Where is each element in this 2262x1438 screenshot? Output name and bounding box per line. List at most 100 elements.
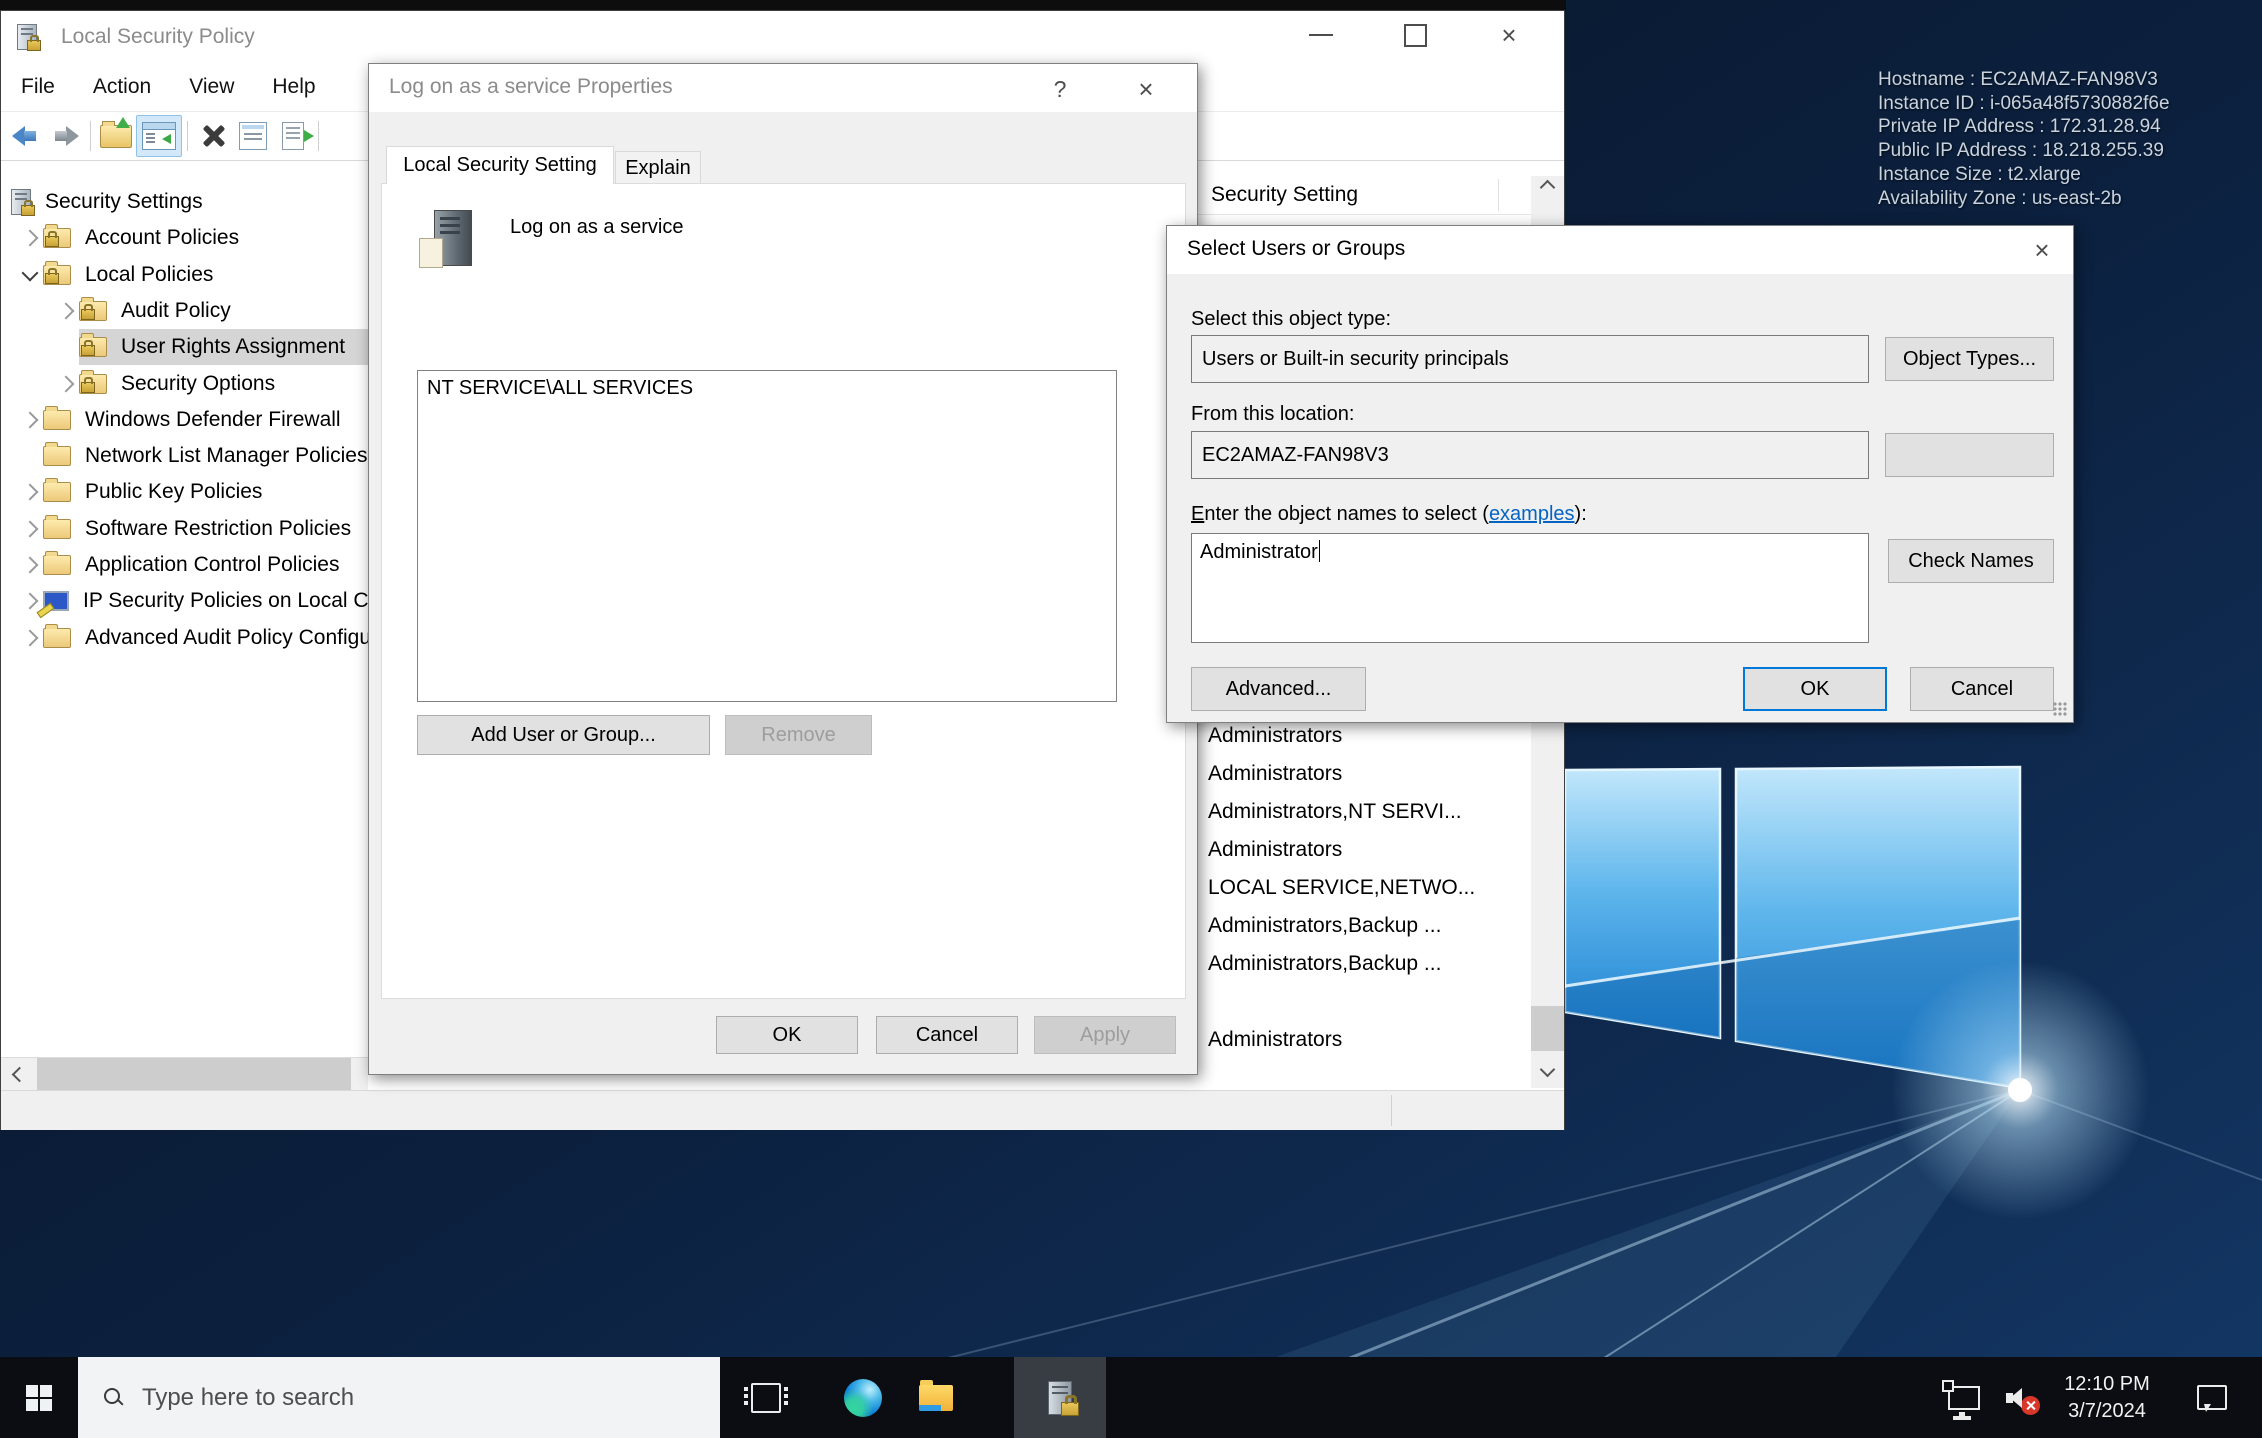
tree-item-software-restriction-policies[interactable]: Software Restriction Policies [1, 511, 368, 547]
export-list-button[interactable] [273, 118, 313, 154]
ec2-public-ip: Public IP Address : 18.218.255.39 [1878, 139, 2170, 163]
expander[interactable] [17, 486, 43, 498]
tree-item-application-control-policies[interactable]: Application Control Policies [1, 547, 368, 583]
forward-button[interactable] [45, 118, 85, 154]
scroll-thumb[interactable] [1531, 1006, 1564, 1051]
add-user-or-group-button[interactable]: Add User or Group... [417, 715, 710, 755]
folder-icon [43, 555, 71, 575]
taskbar-search-box[interactable]: Type here to search [78, 1357, 720, 1438]
list-row[interactable]: LOCAL SERVICE,NETWO... [1208, 869, 1524, 907]
list-row[interactable]: Administrators,Backup ... [1208, 945, 1524, 983]
network-tray-button[interactable] [1938, 1357, 1990, 1438]
props-close-button[interactable]: × [1121, 68, 1171, 110]
folder-icon [43, 482, 71, 502]
tree-item-audit-policy[interactable]: Audit Policy [1, 293, 368, 329]
delete-button[interactable] [193, 118, 233, 154]
expander[interactable] [53, 378, 79, 390]
list-row[interactable] [1208, 983, 1524, 1021]
list-cell: Administrators,NT SERVI... [1208, 800, 1462, 824]
object-type-field[interactable]: Users or Built-in security principals [1191, 335, 1869, 383]
expander[interactable] [17, 632, 43, 644]
maximize-button[interactable] [1390, 14, 1440, 56]
clock-tray-button[interactable]: 12:10 PM 3/7/2024 [2048, 1357, 2166, 1438]
button-label: OK [1801, 678, 1830, 701]
menu-action[interactable]: Action [89, 69, 155, 105]
tree-item-security-settings[interactable]: Security Settings [1, 184, 368, 220]
members-listbox[interactable]: NT SERVICE\ALL SERVICES [417, 370, 1117, 702]
menu-file[interactable]: File [17, 69, 59, 105]
toolbar-separator [318, 121, 319, 151]
check-names-button[interactable]: Check Names [1888, 539, 2054, 583]
tree-item-label: User Rights Assignment [121, 335, 345, 359]
list-row[interactable]: Administrators,Backup ... [1208, 907, 1524, 945]
tab-local-security-setting[interactable]: Local Security Setting [386, 146, 614, 184]
remove-button[interactable]: Remove [725, 715, 872, 755]
props-cancel-button[interactable]: Cancel [876, 1016, 1018, 1054]
menu-help[interactable]: Help [268, 69, 319, 105]
back-button[interactable] [5, 118, 45, 154]
list-row[interactable]: Administrators,NT SERVI... [1208, 793, 1524, 831]
tree-item-ip-security-policies[interactable]: IP Security Policies on Local Computer [1, 583, 368, 619]
tree-item-user-rights-assignment[interactable]: User Rights Assignment [1, 329, 368, 365]
sel-cancel-button[interactable]: Cancel [1910, 667, 2054, 711]
scroll-up-button[interactable] [1531, 176, 1564, 212]
props-ok-button[interactable]: OK [716, 1016, 858, 1054]
advanced-button[interactable]: Advanced... [1191, 667, 1366, 711]
tree-item-label: Public Key Policies [85, 480, 262, 504]
sel-ok-button[interactable]: OK [1743, 667, 1887, 711]
expander[interactable] [53, 305, 79, 317]
task-view-button[interactable] [734, 1357, 798, 1438]
tree-item-account-policies[interactable]: Account Policies [1, 220, 368, 256]
member-item[interactable]: NT SERVICE\ALL SERVICES [427, 377, 1107, 400]
list-row[interactable]: Administrators [1208, 831, 1524, 869]
close-button[interactable]: × [1484, 14, 1534, 56]
menu-view[interactable]: View [185, 69, 238, 105]
edge-button[interactable] [826, 1357, 899, 1438]
locations-button[interactable] [1885, 433, 2054, 477]
folder-action-button[interactable] [96, 118, 136, 154]
expander[interactable] [17, 232, 43, 244]
export-list-icon [282, 122, 304, 150]
local-security-policy-taskbar-button[interactable] [1014, 1357, 1106, 1438]
volume-tray-button[interactable] [1992, 1357, 2048, 1438]
tab-label: Explain [625, 157, 691, 180]
properties-button[interactable] [233, 118, 273, 154]
expander[interactable] [17, 523, 43, 535]
start-button[interactable] [0, 1357, 78, 1438]
expander[interactable] [17, 595, 43, 607]
hscroll-thumb[interactable] [37, 1058, 351, 1091]
object-types-button[interactable]: Object Types... [1885, 337, 2054, 381]
tree-item-advanced-audit-policy[interactable]: Advanced Audit Policy Configuration [1, 620, 368, 656]
location-field[interactable]: EC2AMAZ-FAN98V3 [1191, 431, 1869, 479]
object-names-textarea[interactable]: Administrator [1191, 533, 1869, 643]
tree-item-local-policies[interactable]: Local Policies [1, 257, 368, 293]
sel-close-button[interactable]: × [2017, 229, 2067, 271]
console-tree-button[interactable] [136, 115, 182, 157]
props-apply-button[interactable]: Apply [1034, 1016, 1176, 1054]
file-explorer-button[interactable] [899, 1357, 972, 1438]
list-column-header[interactable]: Security Setting [1198, 176, 1531, 215]
tab-explain[interactable]: Explain [615, 151, 701, 184]
expander[interactable] [17, 271, 43, 279]
tree-item-network-list-manager[interactable]: Network List Manager Policies [1, 438, 368, 474]
scroll-left-button[interactable] [1, 1058, 34, 1091]
resize-grip[interactable] [2053, 702, 2068, 717]
server-lock-icon [11, 189, 31, 215]
expander[interactable] [17, 414, 43, 426]
column-separator[interactable] [1498, 179, 1499, 211]
expander[interactable] [17, 559, 43, 571]
tree-item-public-key-policies[interactable]: Public Key Policies [1, 474, 368, 510]
examples-link[interactable]: examples [1489, 503, 1575, 525]
list-row[interactable]: Administrators [1208, 1021, 1524, 1059]
action-center-button[interactable] [2180, 1357, 2244, 1438]
console-tree-icon [142, 122, 176, 150]
tree-item-windows-defender-firewall[interactable]: Windows Defender Firewall [1, 402, 368, 438]
list-row[interactable]: Administrators [1208, 755, 1524, 793]
tree-hscrollbar[interactable] [1, 1057, 368, 1091]
chevron-right-icon [22, 593, 39, 610]
object-type-label: Select this object type: [1191, 308, 1391, 331]
minimize-button[interactable] [1296, 14, 1346, 56]
help-button[interactable]: ? [1035, 68, 1085, 110]
scroll-down-button[interactable] [1531, 1051, 1564, 1087]
tree-item-security-options[interactable]: Security Options [1, 366, 368, 402]
